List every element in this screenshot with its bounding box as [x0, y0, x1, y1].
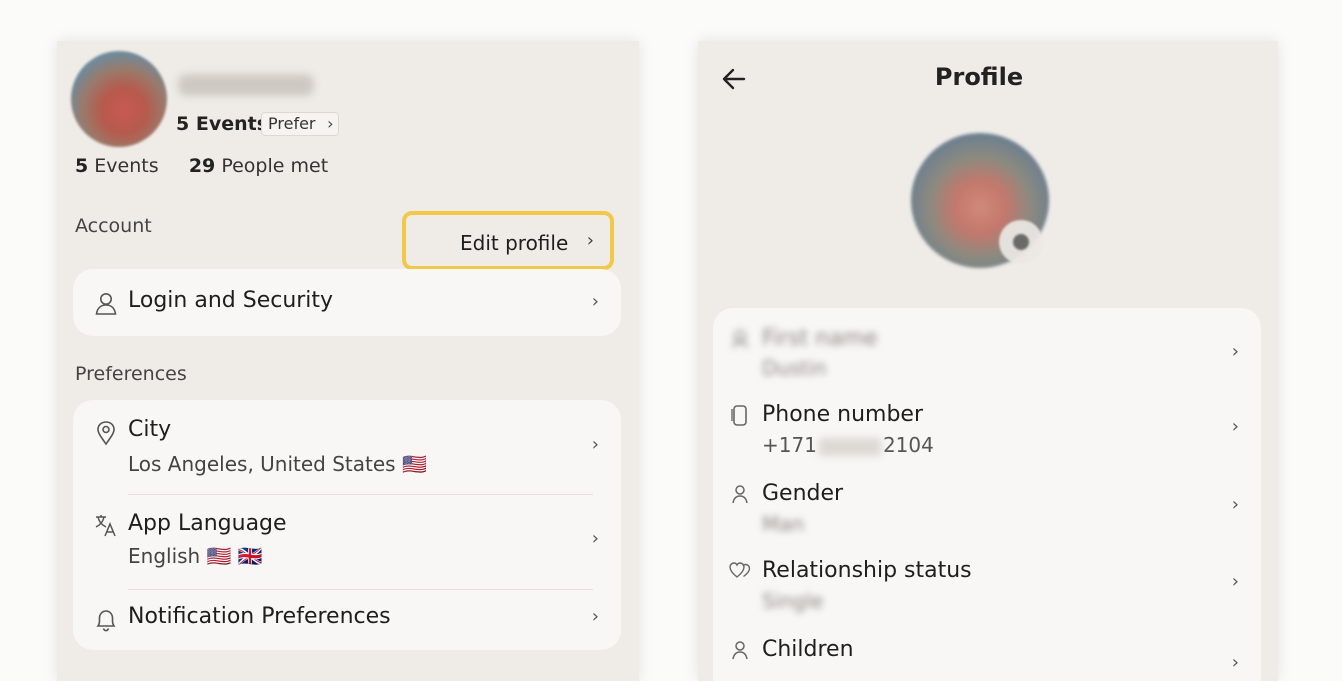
relationship-status-label: Relationship status: [762, 558, 972, 583]
hearts-icon: [729, 562, 751, 578]
app-language-label: App Language: [128, 511, 287, 536]
person-icon: [732, 485, 748, 504]
children-label: Children: [762, 637, 854, 662]
gender-label: Gender: [762, 481, 844, 506]
prefer-chip[interactable]: Prefer ›: [261, 112, 339, 136]
children-row[interactable]: Children ›: [713, 626, 1261, 681]
events-count: 5 Events: [176, 113, 269, 135]
user-icon: [95, 293, 117, 315]
profile-screen: Profile First name Dustin › Phone number…: [698, 41, 1278, 681]
chevron-right-icon: ›: [591, 291, 599, 312]
chevron-right-icon: ›: [591, 528, 599, 549]
account-card: Login and Security ›: [73, 269, 621, 336]
badge-icon: [732, 330, 748, 349]
city-value: Los Angeles, United States 🇺🇸: [128, 452, 427, 476]
phone-number-row[interactable]: Phone number +171 2104 ›: [713, 392, 1261, 470]
notification-preferences-row[interactable]: Notification Preferences ›: [73, 590, 621, 650]
camera-icon[interactable]: [999, 220, 1043, 264]
people-met-stat-number: 29: [188, 155, 216, 177]
person-icon: [732, 641, 748, 660]
profile-stats: 5 Events 29 People met: [75, 155, 328, 177]
chevron-right-icon: ›: [1231, 416, 1239, 437]
phone-prefix: +171: [762, 433, 817, 457]
prefer-label: Prefer: [268, 114, 316, 133]
account-screen: 5 Events Prefer › 5 Events 29 People met…: [57, 41, 639, 681]
login-security-row[interactable]: Login and Security ›: [73, 269, 621, 336]
phone-number-value: +171 2104: [762, 433, 934, 457]
chevron-right-icon: ›: [591, 434, 599, 455]
language-icon: [95, 515, 116, 537]
first-name-row[interactable]: First name Dustin ›: [713, 308, 1261, 392]
bell-icon: [96, 610, 116, 632]
phone-number-label: Phone number: [762, 402, 924, 427]
chevron-right-icon: ›: [1231, 652, 1239, 673]
chevron-right-icon: ›: [1231, 571, 1239, 592]
relationship-status-row[interactable]: Relationship status Single ›: [713, 548, 1261, 626]
avatar[interactable]: [71, 51, 167, 147]
user-name: [178, 74, 314, 96]
chevron-right-icon: ›: [586, 230, 594, 251]
phone-suffix: 2104: [882, 433, 934, 457]
preferences-card: City Los Angeles, United States 🇺🇸 › App…: [73, 400, 621, 650]
phone-icon: [731, 405, 747, 426]
phone-masked-digits: [818, 437, 881, 456]
chevron-right-icon: ›: [1231, 341, 1239, 362]
first-name-label: First name: [762, 326, 878, 351]
page-title: Profile: [934, 63, 1024, 91]
chevron-right-icon: ›: [1231, 494, 1239, 515]
location-pin-icon: [97, 421, 115, 446]
profile-fields-card: First name Dustin › Phone number +171 210…: [713, 308, 1261, 681]
gender-value: Man: [762, 512, 805, 536]
events-stat-label: Events: [94, 155, 159, 177]
app-language-value: English 🇺🇸 🇬🇧: [128, 544, 263, 568]
chevron-right-icon: ›: [327, 114, 334, 133]
login-security-label: Login and Security: [128, 288, 334, 313]
notification-preferences-label: Notification Preferences: [128, 604, 391, 629]
chevron-right-icon: ›: [591, 606, 599, 627]
preferences-section-label: Preferences: [75, 363, 187, 385]
first-name-value: Dustin: [762, 356, 827, 380]
app-language-row[interactable]: App Language English 🇺🇸 🇬🇧 ›: [73, 495, 621, 589]
account-section-label: Account: [75, 215, 152, 237]
edit-profile-label: Edit profile: [460, 231, 569, 255]
edit-profile-button[interactable]: Edit profile ›: [402, 211, 614, 270]
city-row[interactable]: City Los Angeles, United States 🇺🇸 ›: [73, 400, 621, 494]
people-met-stat-label: People met: [221, 155, 329, 177]
city-label: City: [128, 417, 172, 442]
gender-row[interactable]: Gender Man ›: [713, 470, 1261, 548]
relationship-status-value: Single: [762, 589, 824, 613]
events-stat-number: 5: [75, 155, 89, 177]
